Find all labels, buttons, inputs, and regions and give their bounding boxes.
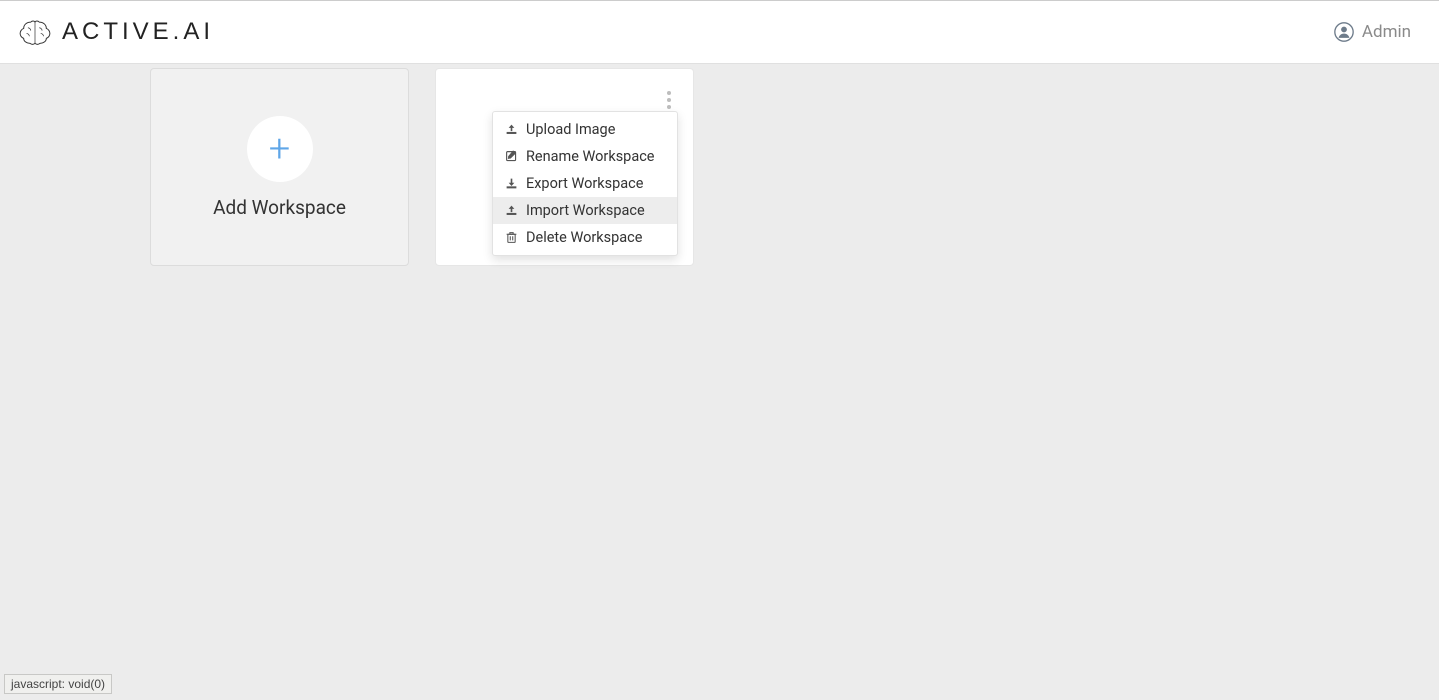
menu-item-export-workspace[interactable]: Export Workspace: [493, 170, 677, 197]
kebab-dot-icon: [667, 91, 671, 95]
brain-icon: [18, 17, 52, 47]
status-bar: javascript: void(0): [4, 674, 112, 694]
add-workspace-card[interactable]: + Add Workspace: [150, 68, 409, 266]
menu-item-upload-image[interactable]: Upload Image: [493, 116, 677, 143]
menu-item-import-workspace[interactable]: Import Workspace: [493, 197, 677, 224]
menu-item-label: Rename Workspace: [526, 148, 655, 165]
user-name-label: Admin: [1362, 22, 1411, 42]
workspace-card[interactable]: Upload Image Rename Workspace Export Wor…: [435, 68, 694, 266]
menu-item-label: Export Workspace: [526, 175, 643, 192]
app-header: ACTIVE.AI Admin: [0, 0, 1439, 64]
user-icon: [1334, 22, 1354, 42]
workspace-grid: + Add Workspace Upload Image R: [0, 64, 1439, 266]
kebab-menu-button[interactable]: [663, 87, 675, 113]
upload-icon: [505, 204, 518, 217]
download-icon: [505, 177, 518, 190]
workspace-dropdown-menu: Upload Image Rename Workspace Export Wor…: [492, 111, 678, 256]
brand-logo[interactable]: ACTIVE.AI: [18, 17, 214, 47]
brand-name: ACTIVE.AI: [62, 18, 214, 46]
edit-icon: [505, 150, 518, 163]
menu-item-label: Delete Workspace: [526, 229, 642, 246]
menu-item-delete-workspace[interactable]: Delete Workspace: [493, 224, 677, 251]
kebab-dot-icon: [667, 105, 671, 109]
menu-item-rename-workspace[interactable]: Rename Workspace: [493, 143, 677, 170]
plus-icon: +: [269, 130, 290, 168]
add-workspace-label: Add Workspace: [213, 196, 346, 219]
kebab-dot-icon: [667, 98, 671, 102]
menu-item-label: Import Workspace: [526, 202, 645, 219]
menu-item-label: Upload Image: [526, 121, 615, 138]
plus-circle: +: [247, 116, 313, 182]
upload-icon: [505, 123, 518, 136]
trash-icon: [505, 231, 518, 244]
user-menu[interactable]: Admin: [1334, 22, 1411, 42]
